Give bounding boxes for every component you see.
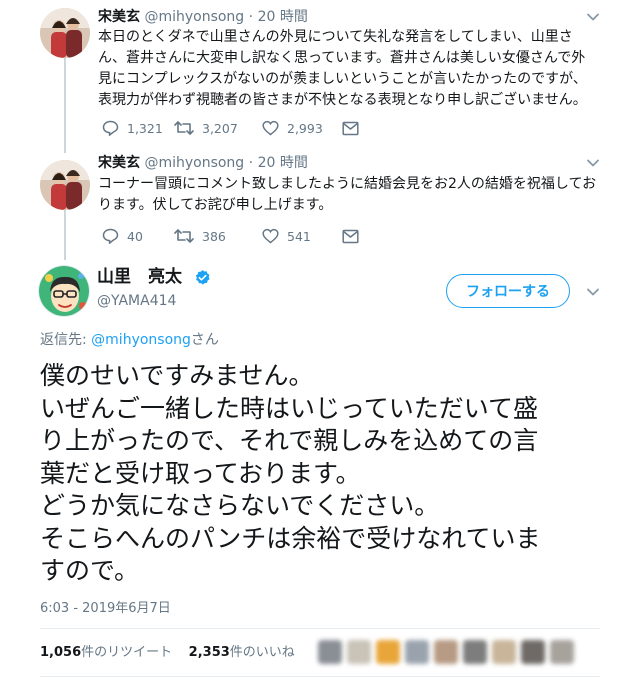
retweet-button[interactable]: 386 xyxy=(174,226,226,246)
liker-avatar[interactable] xyxy=(347,640,371,664)
like-count: 2,993 xyxy=(287,120,323,136)
liker-avatar[interactable] xyxy=(463,640,487,664)
reply-icon xyxy=(102,120,119,136)
retweet-count: 386 xyxy=(202,228,226,244)
main-tweet-line: 僕のせいですみません。 xyxy=(40,361,314,390)
liker-avatar[interactable] xyxy=(405,640,429,664)
tweet-header: 宋美玄 @mihyonsong · 20 時間 xyxy=(98,154,308,172)
thread-line xyxy=(64,210,66,260)
main-display-name[interactable]: 山里 亮太 xyxy=(97,266,182,288)
tweet-time[interactable]: 20 時間 xyxy=(258,9,308,25)
main-tweet-line: すので。 xyxy=(40,556,140,585)
user-handle[interactable]: @mihyonsong xyxy=(144,9,244,25)
retweet-stat[interactable]: 1,056件のリツイート xyxy=(40,645,172,660)
main-timestamp[interactable]: 6:03 - 2019年6月7日 xyxy=(40,600,171,618)
like-count: 541 xyxy=(287,228,311,244)
tweet-line: コーナー冒頭にコメント致しましたように結婚会見をお2人の結婚を祝福してお xyxy=(98,176,597,192)
liker-avatar[interactable] xyxy=(550,640,574,664)
tweet-line: ん、蒼井さんに大変申し訳なく思っています。蒼井さんは美しい女優さんで外 xyxy=(98,50,586,66)
verified-badge-icon xyxy=(195,270,210,285)
avatar[interactable] xyxy=(40,160,90,210)
tweet-line: 本日のとくダネで山里さんの外見について失礼な発言をしてしまい、山里さ xyxy=(98,29,573,45)
message-icon xyxy=(342,229,359,243)
liker-avatar[interactable] xyxy=(318,640,342,664)
tweet-header: 宋美玄 @mihyonsong · 20 時間 xyxy=(98,8,308,26)
main-tweet-line: どうか気になさらないでください。 xyxy=(40,491,440,520)
main-user-handle[interactable]: @YAMA414 xyxy=(97,292,176,310)
like-icon xyxy=(262,120,279,136)
like-button[interactable]: 541 xyxy=(262,226,311,246)
tweet-line: 見にコンプレックスがないのが羨ましいということが言いたかったのですが、 xyxy=(98,71,587,87)
direct-message-button[interactable] xyxy=(342,226,359,246)
like-stat[interactable]: 2,353件のいいね xyxy=(189,645,295,660)
liker-avatar[interactable] xyxy=(521,640,545,664)
replying-to: 返信先: @mihyonsongさん xyxy=(40,331,219,349)
main-tweet-line: いぜんご一緒した時はいじっていただいて盛 xyxy=(40,393,539,423)
tweet-actions: 1,321 3,207 2,993 xyxy=(98,118,398,138)
reply-button[interactable]: 40 xyxy=(102,226,143,246)
tweet-text: 本日のとくダネで山里さんの外見について失礼な発言をしてしまい、山里さ ん、蒼井さ… xyxy=(98,27,618,111)
tweet-line: ります。伏してお詫び申し上げます。 xyxy=(98,197,333,213)
retweet-count: 3,207 xyxy=(202,120,238,136)
liker-avatar[interactable] xyxy=(492,640,516,664)
thread-line xyxy=(64,58,66,153)
display-name[interactable]: 宋美玄 xyxy=(98,9,140,25)
tweet-stats: 1,056件のリツイート 2,353件のいいね xyxy=(40,644,295,662)
retweet-button[interactable]: 3,207 xyxy=(174,118,238,138)
avatar[interactable] xyxy=(40,8,90,58)
message-icon xyxy=(342,121,359,135)
user-handle[interactable]: @mihyonsong xyxy=(144,155,244,171)
chevron-down-icon[interactable] xyxy=(586,10,600,24)
tweet-actions: 40 386 541 xyxy=(98,226,398,246)
like-icon xyxy=(262,228,279,244)
reply-prefix: 返信先: xyxy=(40,332,92,348)
like-stat-label: 件のいいね xyxy=(229,645,295,660)
retweet-total: 1,056 xyxy=(40,645,82,660)
separator-dot: · xyxy=(248,155,254,171)
liker-avatar[interactable] xyxy=(434,640,458,664)
tweet-time[interactable]: 20 時間 xyxy=(258,155,308,171)
retweet-icon xyxy=(174,121,194,135)
tweet-text: コーナー冒頭にコメント致しましたように結婚会見をお2人の結婚を祝福してお ります… xyxy=(98,174,618,216)
main-avatar[interactable] xyxy=(38,265,90,317)
direct-message-button[interactable] xyxy=(342,118,359,138)
reply-count: 1,321 xyxy=(127,120,163,136)
chevron-down-icon[interactable] xyxy=(586,156,600,170)
mention-link[interactable]: @mihyonsong xyxy=(91,332,191,348)
main-tweet-line: そこらへんのパンチは余裕で受けなれていま xyxy=(40,523,541,553)
retweet-icon xyxy=(174,229,194,243)
reply-button[interactable]: 1,321 xyxy=(102,118,163,138)
divider xyxy=(40,628,600,629)
follow-button[interactable]: フォローする xyxy=(446,274,570,308)
liker-avatar[interactable] xyxy=(376,640,400,664)
chevron-down-icon[interactable] xyxy=(586,285,600,299)
like-total: 2,353 xyxy=(188,645,230,660)
follow-button-label: フォローする xyxy=(466,284,550,300)
tweet-2[interactable]: 宋美玄 @mihyonsong · 20 時間 コーナー冒頭にコメント致しました… xyxy=(0,152,640,260)
separator-dot: · xyxy=(248,9,254,25)
display-name[interactable]: 宋美玄 xyxy=(98,155,140,171)
like-button[interactable]: 2,993 xyxy=(262,118,323,138)
main-tweet-line: り上がったので、それで親しみを込めての言 xyxy=(40,426,539,455)
tweet-line: 表現力が伴わず視聴者の皆さまが不快となる表現となり申し訳ございません。 xyxy=(98,92,587,108)
main-tweet-text: 僕のせいですみません。 いぜんご一緒した時はいじっていただいて盛 り上がったので… xyxy=(40,360,600,588)
main-tweet-line: 葉だと受け取っております。 xyxy=(40,458,361,488)
tweet-1[interactable]: 宋美玄 @mihyonsong · 20 時間 本日のとくダネで山里さんの外見に… xyxy=(0,0,640,153)
reply-suffix: さん xyxy=(190,332,219,348)
reply-count: 40 xyxy=(127,228,143,244)
reply-icon xyxy=(102,228,119,244)
divider xyxy=(40,676,600,677)
retweet-stat-label: 件のリツイート xyxy=(81,645,173,660)
